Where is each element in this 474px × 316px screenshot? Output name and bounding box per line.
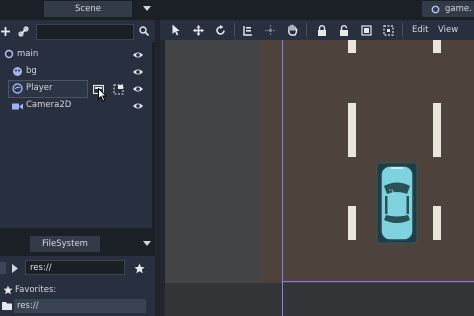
road-area: [261, 40, 474, 283]
kinematic-body-icon: [11, 82, 23, 94]
toolbar-separator: [306, 23, 307, 37]
player-car-sprite[interactable]: [376, 162, 418, 244]
menu-edit[interactable]: Edit: [412, 22, 428, 38]
lane-marking: [433, 103, 441, 157]
viewport-canvas[interactable]: [160, 40, 474, 316]
rotate-mode-icon[interactable]: [210, 20, 230, 40]
group-selected-icon[interactable]: [112, 83, 124, 95]
visibility-eye-icon[interactable]: [132, 66, 144, 78]
link-icon[interactable]: [16, 24, 30, 38]
tab-scene[interactable]: Scene: [44, 1, 132, 17]
search-icon[interactable]: [137, 24, 151, 38]
lock-icon[interactable]: [312, 20, 332, 40]
node-circle-icon: [3, 48, 15, 60]
tree-item-player[interactable]: Player: [26, 80, 52, 96]
filesystem-menu-icon[interactable]: [140, 237, 154, 251]
visibility-eye-icon[interactable]: [132, 49, 144, 61]
camera-icon: [11, 100, 23, 112]
add-node-icon[interactable]: [0, 24, 10, 38]
move-mode-icon[interactable]: [188, 20, 208, 40]
lane-marking: [348, 40, 356, 53]
favorites-label: Favorites:: [15, 285, 57, 295]
tree-item-bg[interactable]: bg: [26, 63, 37, 79]
star-icon[interactable]: [133, 262, 145, 274]
filesystem-path-field[interactable]: res://: [25, 260, 125, 275]
pivot-icon[interactable]: [260, 20, 280, 40]
lane-marking: [348, 206, 356, 240]
grass-area: [165, 40, 261, 283]
pan-mode-icon[interactable]: [282, 20, 302, 40]
group-icon[interactable]: [356, 20, 376, 40]
mouse-cursor-icon: [98, 88, 107, 102]
viewport-boundary-horizontal: [282, 281, 474, 282]
menu-view[interactable]: View: [438, 22, 458, 38]
script-tab-label: game.: [445, 4, 472, 14]
select-mode-icon[interactable]: [166, 20, 186, 40]
unlock-icon[interactable]: [334, 20, 354, 40]
tree-item-camera2d[interactable]: Camera2D: [26, 97, 71, 113]
folder-icon: [2, 300, 12, 311]
toolbar-separator: [402, 23, 403, 37]
scene-menu-icon[interactable]: [140, 2, 154, 16]
chevron-right-icon[interactable]: [11, 262, 19, 274]
lane-marking: [433, 40, 441, 53]
scene-tab-icon: [430, 4, 440, 14]
favorites-star-icon: [3, 285, 13, 295]
filesystem-item-res[interactable]: res://: [17, 298, 39, 314]
tab-filesystem[interactable]: FileSystem: [30, 236, 100, 252]
visibility-eye-icon[interactable]: [132, 83, 144, 95]
lane-marking: [433, 206, 441, 240]
tree-item-main[interactable]: main: [17, 46, 38, 62]
toolbar-separator: [234, 23, 235, 37]
viewport-boundary-vertical: [282, 40, 283, 316]
scene-filter-input[interactable]: [36, 24, 134, 40]
lane-marking: [348, 103, 356, 157]
visibility-eye-icon[interactable]: [132, 100, 144, 112]
history-back-icon[interactable]: [0, 262, 6, 274]
lower-canvas: [165, 283, 474, 316]
sprite-icon: [11, 65, 23, 77]
list-nodes-icon[interactable]: [238, 20, 258, 40]
ungroup-icon[interactable]: [378, 20, 398, 40]
